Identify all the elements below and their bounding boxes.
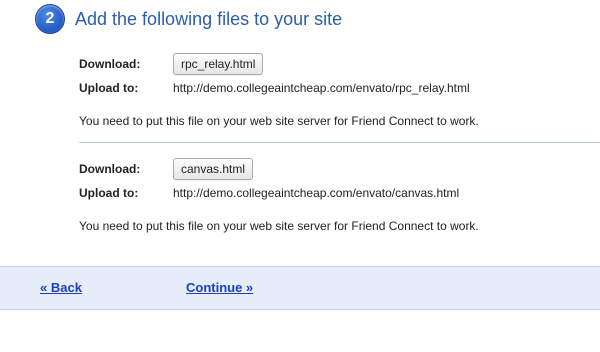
download-label: Download: [79,162,141,176]
file-block-canvas: Download: canvas.html Upload to: http://… [79,158,599,233]
divider [79,142,600,143]
upload-label: Upload to: [79,186,139,200]
footer-nav-bar: « Back Continue » [0,266,600,310]
download-canvas-button[interactable]: canvas.html [173,158,254,180]
download-row: Download: canvas.html [79,158,599,180]
file-block-rpc-relay: Download: rpc_relay.html Upload to: http… [79,53,599,128]
page: 2 Add the following files to your site D… [0,0,600,352]
step-title: Add the following files to your site [75,8,343,29]
step-number-badge: 2 [35,4,65,34]
download-rpc-relay-button[interactable]: rpc_relay.html [173,53,264,75]
upload-url: http://demo.collegeaintcheap.com/envato/… [173,186,460,200]
continue-link[interactable]: Continue » [186,280,253,295]
upload-label: Upload to: [79,81,139,95]
download-label: Download: [79,57,141,71]
upload-row: Upload to: http://demo.collegeaintcheap.… [79,81,599,95]
file-note: You need to put this file on your web si… [79,219,479,233]
file-note: You need to put this file on your web si… [79,114,479,128]
upload-row: Upload to: http://demo.collegeaintcheap.… [79,186,599,200]
download-row: Download: rpc_relay.html [79,53,599,75]
step-header: 2 Add the following files to your site [35,4,342,34]
upload-url: http://demo.collegeaintcheap.com/envato/… [173,81,470,95]
back-link[interactable]: « Back [40,280,82,295]
